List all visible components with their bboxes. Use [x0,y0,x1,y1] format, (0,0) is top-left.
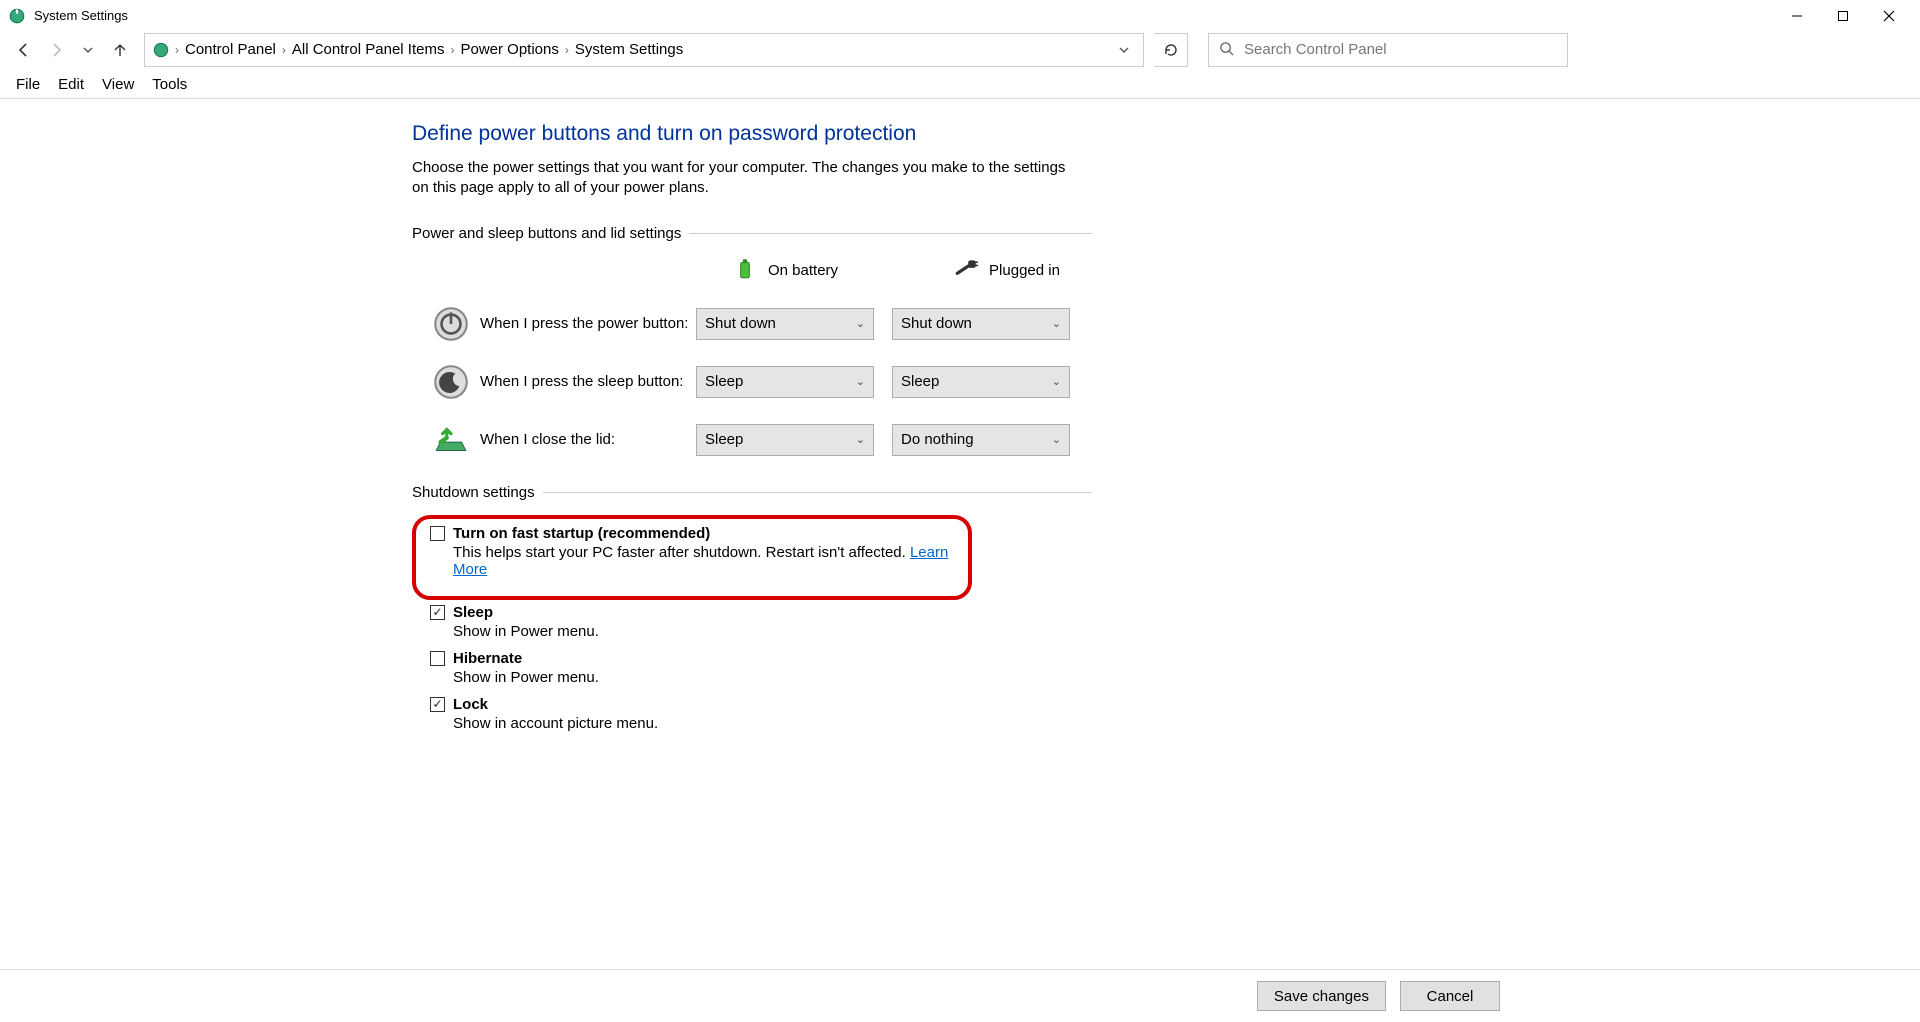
search-input[interactable] [1244,41,1557,58]
column-header-plugged: Plugged in [989,262,1060,279]
titlebar: System Settings [0,0,1920,31]
power-button-battery-select[interactable]: Shut down ⌄ [696,308,874,340]
back-button[interactable] [10,36,38,64]
breadcrumb-item[interactable]: Control Panel [181,41,280,58]
checkbox-label: Lock [453,696,488,713]
up-button[interactable] [106,36,134,64]
close-button[interactable] [1866,0,1912,31]
app-icon [8,7,26,25]
breadcrumb-item[interactable]: System Settings [571,41,687,58]
menu-edit[interactable]: Edit [50,74,92,95]
address-bar[interactable]: › Control Panel › All Control Panel Item… [144,33,1144,67]
checkbox-description: Show in Power menu. [453,669,1092,686]
lid-icon [430,419,472,461]
forward-button[interactable] [42,36,70,64]
section-heading-shutdown: Shutdown settings [412,484,535,501]
divider [689,233,1092,234]
chevron-down-icon: ⌄ [1052,433,1061,446]
save-button[interactable]: Save changes [1257,981,1386,1011]
option-row-power-button: When I press the power button: Shut down… [412,304,1092,344]
checkbox-description: This helps start your PC faster after sh… [453,544,910,561]
checkbox-description: Show in Power menu. [453,623,1092,640]
sleep-button-battery-select[interactable]: Sleep ⌄ [696,366,874,398]
sleep-button-icon [430,361,472,403]
address-dropdown[interactable] [1111,34,1137,66]
battery-icon [732,256,758,286]
checkbox-label: Sleep [453,604,493,621]
chevron-down-icon: ⌄ [1052,317,1061,330]
page-subtitle: Choose the power settings that you want … [412,158,1082,199]
select-value: Do nothing [901,431,974,448]
option-label: When I press the power button: [480,315,696,332]
select-value: Shut down [705,315,776,332]
checkbox-description: Show in account picture menu. [453,715,1092,732]
chevron-right-icon: › [448,43,456,57]
option-row-sleep-button: When I press the sleep button: Sleep ⌄ S… [412,362,1092,402]
search-icon [1219,41,1234,59]
sleep-button-plugged-select[interactable]: Sleep ⌄ [892,366,1070,398]
select-value: Sleep [705,373,743,390]
content-area: Define power buttons and turn on passwor… [0,98,1920,970]
chevron-right-icon: › [280,43,288,57]
refresh-button[interactable] [1154,33,1188,67]
select-value: Sleep [705,431,743,448]
maximize-button[interactable] [1820,0,1866,31]
cancel-button[interactable]: Cancel [1400,981,1500,1011]
lid-plugged-select[interactable]: Do nothing ⌄ [892,424,1070,456]
chevron-down-icon: ⌄ [856,375,865,388]
chevron-down-icon: ⌄ [856,433,865,446]
lid-battery-select[interactable]: Sleep ⌄ [696,424,874,456]
navigation-row: › Control Panel › All Control Panel Item… [0,31,1920,69]
menu-bar: File Edit View Tools [0,71,1920,99]
lock-checkbox[interactable]: ✓ [430,697,445,712]
sleep-checkbox[interactable]: ✓ [430,605,445,620]
option-row-lid: When I close the lid: Sleep ⌄ Do nothing… [412,420,1092,460]
page-title: Define power buttons and turn on passwor… [412,122,1092,146]
column-header-battery: On battery [768,262,838,279]
chevron-down-icon: ⌄ [1052,375,1061,388]
footer: Save changes Cancel [0,970,1920,1022]
option-label: When I press the sleep button: [480,373,696,390]
chevron-down-icon: ⌄ [856,317,865,330]
fast-startup-checkbox[interactable] [430,526,445,541]
hibernate-checkbox[interactable] [430,651,445,666]
divider [543,492,1092,493]
breadcrumb-item[interactable]: Power Options [456,41,562,58]
location-icon [151,40,171,60]
section-heading-buttons: Power and sleep buttons and lid settings [412,225,681,242]
recent-locations-dropdown[interactable] [74,36,102,64]
select-value: Shut down [901,315,972,332]
breadcrumb-item[interactable]: All Control Panel Items [288,41,449,58]
window-title: System Settings [34,8,128,23]
chevron-right-icon: › [173,43,181,57]
checkbox-label: Hibernate [453,650,522,667]
select-value: Sleep [901,373,939,390]
minimize-button[interactable] [1774,0,1820,31]
option-label: When I close the lid: [480,431,696,448]
plug-icon [953,256,979,286]
search-box[interactable] [1208,33,1568,67]
power-button-plugged-select[interactable]: Shut down ⌄ [892,308,1070,340]
chevron-right-icon: › [563,43,571,57]
highlight-annotation: Turn on fast startup (recommended) This … [412,515,972,600]
menu-tools[interactable]: Tools [144,74,195,95]
menu-view[interactable]: View [94,74,142,95]
checkbox-label: Turn on fast startup (recommended) [453,525,710,542]
power-button-icon [430,303,472,345]
menu-file[interactable]: File [8,74,48,95]
